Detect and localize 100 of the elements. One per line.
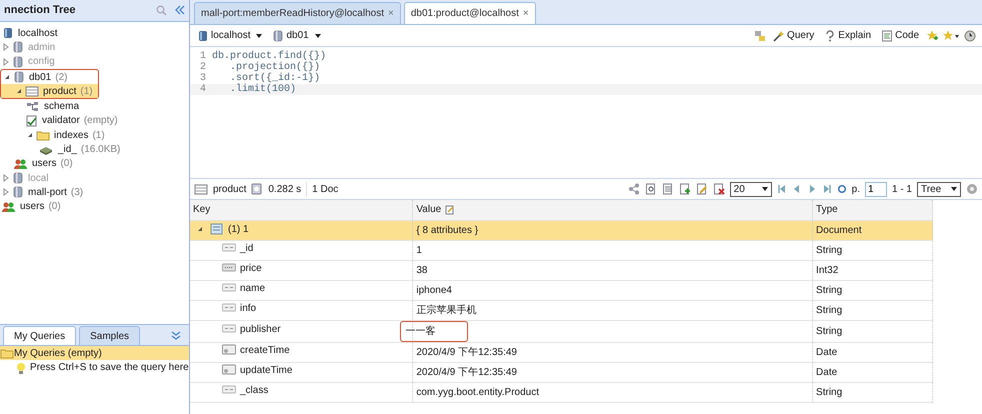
find-document-icon[interactable] (644, 183, 657, 195)
code-button[interactable]: Code (878, 28, 922, 43)
item-count: (0) (60, 157, 73, 172)
code-line: db.product.find({}) (212, 51, 326, 62)
tree-label: product (43, 84, 76, 99)
tree-row[interactable]: localhost (0, 26, 189, 40)
panel-tab[interactable]: Samples (79, 326, 140, 345)
tree-label: schema (44, 100, 80, 114)
question-icon (824, 30, 836, 42)
view-document-icon[interactable] (662, 183, 674, 195)
collapse-icon[interactable] (175, 5, 185, 15)
expand-toggle[interactable] (2, 188, 10, 196)
tree-row[interactable]: validator (empty) (0, 114, 189, 128)
collection-name: product (213, 182, 246, 196)
lightbulb-icon (16, 362, 26, 374)
explain-button[interactable]: Explain (821, 28, 874, 43)
field-key: info (240, 300, 256, 316)
expand-icon[interactable] (171, 330, 181, 340)
favorites-icon[interactable] (942, 30, 960, 42)
delete-document-icon[interactable] (712, 183, 725, 195)
field-value: iphone4 (416, 284, 452, 296)
last-page-icon[interactable] (822, 184, 832, 194)
tree-row[interactable]: db01 (2) (1, 70, 98, 84)
tree-label: db01 (29, 70, 52, 85)
add-document-icon[interactable] (678, 183, 691, 195)
tree-row[interactable]: users (0) (0, 200, 189, 214)
editor-tab[interactable]: mall-port:memberReadHistory@localhost (201, 6, 384, 21)
page-field[interactable]: 1 (864, 182, 887, 196)
edit-document-icon[interactable] (696, 183, 708, 195)
server-icon (2, 27, 14, 40)
database-icon (12, 172, 24, 184)
item-count: (3) (70, 186, 84, 200)
field-key: name (240, 280, 266, 296)
query-button[interactable]: Query (770, 28, 818, 43)
field-icon (222, 323, 236, 336)
users-icon (14, 158, 28, 170)
tree-row[interactable]: mall-port (3) (0, 185, 189, 200)
database-icon (13, 71, 25, 84)
clock-icon[interactable] (964, 30, 978, 42)
first-page-icon[interactable] (776, 184, 787, 194)
item-count: (1) (92, 128, 105, 143)
database-dropdown[interactable]: db01 (269, 28, 324, 43)
tree-label: validator (42, 114, 80, 128)
field-key: _class (240, 382, 268, 398)
field-type: String (816, 284, 842, 296)
field-value: { 8 attributes } (416, 224, 478, 236)
code-line: .limit(100) (229, 84, 296, 95)
code-line: .sort({_id:-1}) (229, 73, 320, 84)
field-value: 正宗苹果手机 (416, 304, 476, 316)
tree-row[interactable]: indexes (1) (0, 128, 189, 142)
close-button[interactable]: × (522, 6, 529, 21)
server-icon (197, 30, 209, 42)
line-number: 1 (198, 51, 207, 62)
field-icon (222, 242, 236, 254)
expand-toggle[interactable] (26, 131, 34, 140)
tree-row[interactable]: schema (0, 99, 189, 114)
line-number: 4 (198, 84, 207, 95)
field-icon (222, 282, 236, 294)
tree-label: config (28, 55, 55, 70)
expand-toggle[interactable] (3, 73, 11, 82)
caret-icon (256, 34, 262, 38)
refresh-icon[interactable] (836, 184, 847, 194)
tree-row[interactable]: product (1) (1, 84, 98, 98)
add-favorite-icon[interactable] (926, 30, 938, 42)
calendar-icon (222, 364, 236, 376)
view-select[interactable]: Tree (917, 182, 961, 196)
tree-label: admin (28, 40, 56, 55)
code-line: .projection({}) (229, 62, 320, 73)
tree-label: _id_ (58, 143, 77, 158)
expand-toggle[interactable] (2, 58, 10, 66)
tree-label: indexes (54, 128, 88, 143)
expand-toggle[interactable] (15, 87, 23, 96)
tree-row[interactable]: My Queries (empty) (0, 346, 189, 360)
edit-value-icon[interactable] (445, 204, 456, 215)
users-icon (2, 200, 16, 213)
previous-page-icon[interactable] (792, 184, 802, 194)
check-document-icon (26, 114, 38, 127)
expand-toggle[interactable] (2, 174, 10, 182)
connect-icon[interactable] (754, 30, 766, 42)
search-icon[interactable] (156, 5, 167, 16)
tree-row[interactable]: users (0) (0, 156, 189, 171)
close-button[interactable]: × (388, 6, 394, 21)
page-label: p. (852, 182, 860, 196)
page-size-select[interactable]: 20 (730, 182, 772, 196)
tree-row[interactable]: _id_ (16.0KB) (0, 142, 189, 157)
item-count: (empty) (84, 114, 118, 128)
line-number: 3 (198, 73, 207, 84)
expand-toggle[interactable] (2, 43, 10, 52)
field-type: Document (816, 224, 862, 236)
settings-icon[interactable] (966, 183, 978, 195)
tree-view-icon[interactable] (628, 183, 640, 195)
panel-tab[interactable]: My Queries (3, 326, 76, 345)
field-key: _id (240, 240, 254, 256)
expand-toggle[interactable] (196, 225, 204, 234)
tree-label: My Queries (empty) (14, 346, 102, 361)
editor-tab[interactable]: db01:product@localhost (410, 6, 519, 21)
server-dropdown[interactable]: localhost (194, 28, 266, 43)
caret-icon (951, 187, 957, 191)
field-icon (222, 302, 236, 314)
field-key: updateTime (240, 362, 292, 378)
